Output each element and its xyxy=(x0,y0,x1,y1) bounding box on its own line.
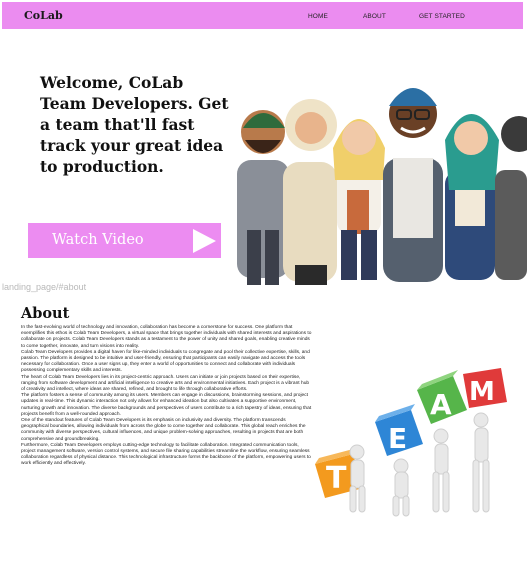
svg-text:A: A xyxy=(430,388,452,421)
about-body: In the fast-evolving world of technology… xyxy=(21,325,312,468)
brand-logo[interactable]: CoLab xyxy=(24,9,63,22)
section-anchor-label: landing_page/#about xyxy=(2,282,87,292)
about-paragraph: One of the standout features of Colab Te… xyxy=(21,418,306,442)
hero-section: Welcome, CoLab Team Developers. Get a te… xyxy=(0,30,527,290)
about-paragraph: Colab Team Developers provides a digital… xyxy=(21,349,310,374)
navbar: CoLab HOME ABOUT GET STARTED xyxy=(2,2,523,29)
nav-home-link[interactable]: HOME xyxy=(308,13,328,20)
svg-text:E: E xyxy=(388,422,407,455)
team-blocks-image: T E A M xyxy=(315,368,507,517)
block-e: E xyxy=(375,404,423,456)
about-paragraph: The heart of Colab Team Developers lies … xyxy=(21,374,310,393)
hero-avatars-image xyxy=(233,70,527,290)
nav-about-link[interactable]: ABOUT xyxy=(363,13,386,20)
block-a: A xyxy=(417,370,467,424)
nav-get-started-link[interactable]: GET STARTED xyxy=(419,13,465,20)
about-paragraph: The platform fosters a sense of communit… xyxy=(21,393,312,417)
about-paragraph: Furthermore, Colab Team Developers emplo… xyxy=(21,442,311,467)
about-paragraph: In the fast-evolving world of technology… xyxy=(21,325,312,349)
block-m: M xyxy=(463,368,507,408)
about-title: About xyxy=(21,305,70,322)
hero-title: Welcome, CoLab Team Developers. Get a te… xyxy=(40,73,229,176)
watch-video-button[interactable]: Watch Video xyxy=(28,223,221,258)
play-icon xyxy=(193,229,216,253)
svg-text:T: T xyxy=(326,461,347,496)
watch-video-label: Watch Video xyxy=(52,232,144,248)
svg-text:M: M xyxy=(469,377,495,407)
